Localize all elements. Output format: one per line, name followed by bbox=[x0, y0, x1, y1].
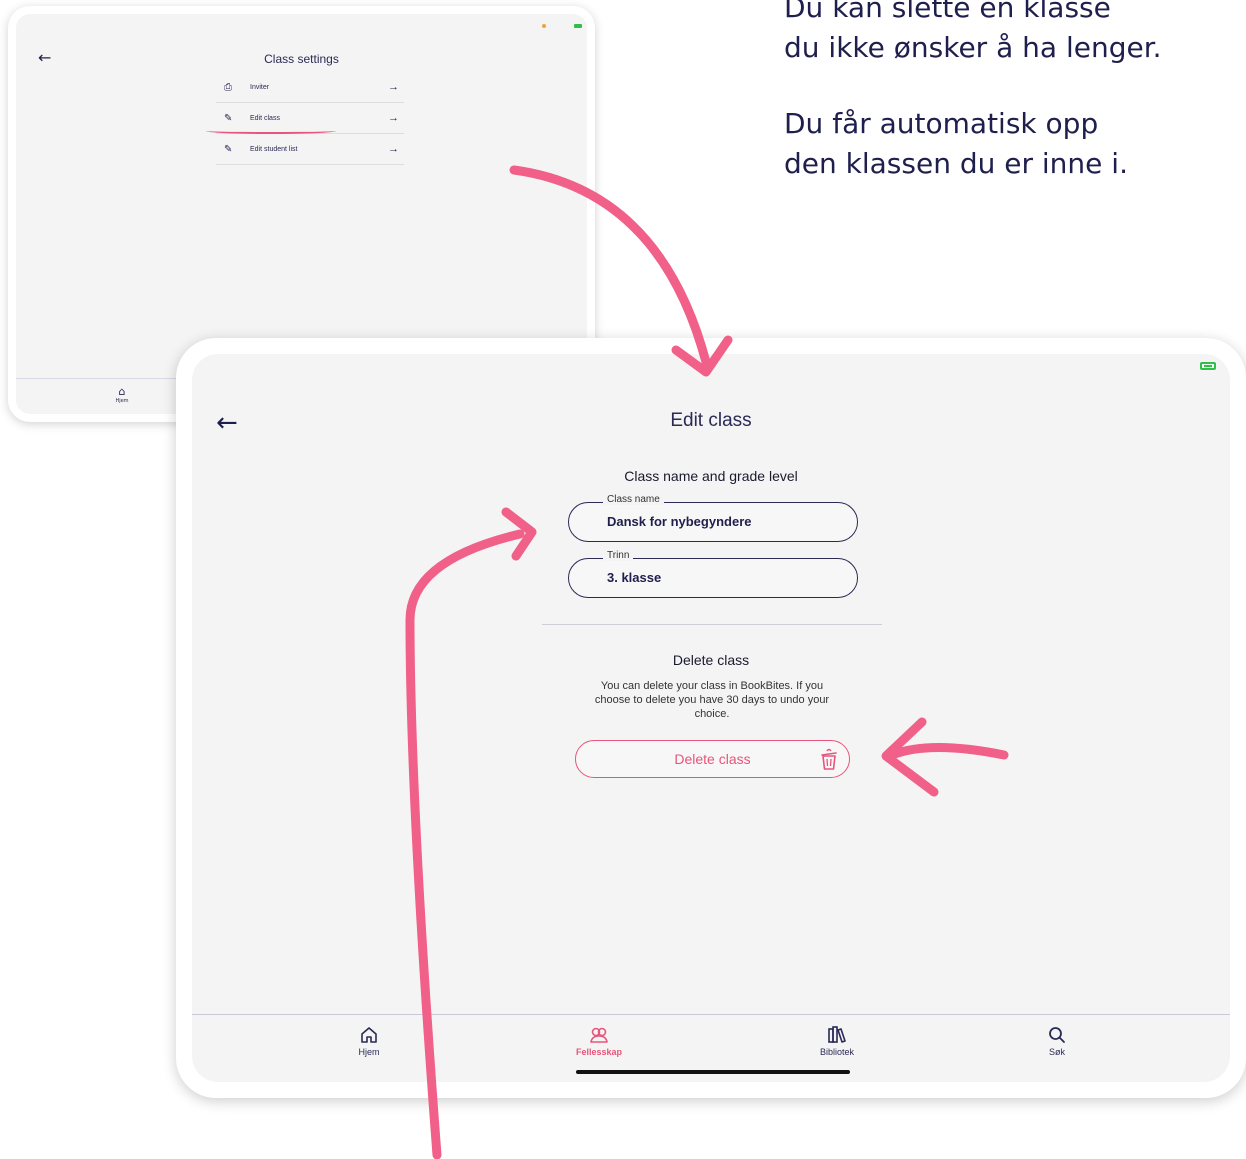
nav-item-hjem[interactable]: ⌂ Hjem bbox=[110, 385, 134, 404]
pencil-icon: ✎ bbox=[224, 112, 233, 124]
nav-item-fellesskap[interactable]: Fellesskap bbox=[559, 1025, 639, 1057]
instruction-text: Du kan slette en klasse du ikke ønsker å… bbox=[784, 0, 1224, 184]
arrow-right-icon: → bbox=[388, 81, 399, 93]
menu-item-label: Edit class bbox=[250, 114, 280, 122]
instruction-line-4: den klassen du er inne i. bbox=[784, 147, 1128, 180]
page-title: Edit class bbox=[670, 410, 752, 431]
printer-icon: ⎙ bbox=[224, 81, 232, 93]
menu-item-label: Edit student list bbox=[250, 145, 298, 153]
edit-class-tablet: ← Edit class Class name and grade level … bbox=[176, 338, 1246, 1098]
trinn-label: Trinn bbox=[603, 550, 634, 561]
instruction-line-2: du ikke ønsker å ha lenger. bbox=[784, 31, 1162, 64]
menu-item-edit-student-list[interactable]: ✎ Edit student list → bbox=[216, 134, 404, 165]
trinn-field[interactable]: Trinn 3. klasse bbox=[568, 550, 858, 598]
status-bar bbox=[16, 14, 587, 36]
instruction-line-1: Du kan slette en klasse bbox=[784, 0, 1111, 24]
class-name-value: Dansk for nybegyndere bbox=[607, 514, 752, 529]
arrow-right-icon: → bbox=[388, 112, 399, 124]
nav-label: Søk bbox=[1048, 1047, 1065, 1057]
section-divider bbox=[542, 624, 882, 625]
nav-item-hjem[interactable]: Hjem bbox=[329, 1025, 409, 1057]
menu-item-inviter[interactable]: ⎙ Inviter → bbox=[216, 72, 404, 103]
settings-menu: ⎙ Inviter → ✎ Edit class → ✎ Edit studen… bbox=[216, 72, 404, 165]
highlight-underline bbox=[206, 128, 336, 134]
delete-class-label: Delete class bbox=[674, 751, 751, 767]
nav-label: Hjem bbox=[358, 1047, 380, 1057]
status-dot-icon bbox=[542, 24, 546, 28]
menu-item-label: Inviter bbox=[250, 83, 270, 91]
nav-label: Bibliotek bbox=[819, 1047, 855, 1057]
books-icon bbox=[828, 1026, 846, 1043]
trash-icon bbox=[821, 748, 837, 770]
edit-class-screen: ← Edit class Class name and grade level … bbox=[192, 354, 1230, 1082]
delete-heading: Delete class bbox=[672, 652, 750, 668]
section-heading: Class name and grade level bbox=[624, 468, 798, 484]
home-indicator bbox=[576, 1070, 850, 1074]
home-icon: ⌂ bbox=[118, 385, 126, 398]
instruction-line-3: Du får automatisk opp bbox=[784, 107, 1099, 140]
home-icon bbox=[361, 1027, 377, 1043]
pencil-icon: ✎ bbox=[224, 143, 233, 155]
delete-class-button[interactable]: Delete class bbox=[575, 740, 850, 778]
nav-item-bibliotek[interactable]: Bibliotek bbox=[797, 1025, 877, 1057]
trinn-value: 3. klasse bbox=[607, 570, 662, 585]
class-name-field[interactable]: Class name Dansk for nybegyndere bbox=[568, 494, 858, 542]
page-title: Class settings bbox=[264, 52, 339, 66]
class-name-label: Class name bbox=[603, 494, 664, 505]
nav-label: Fellesskap bbox=[575, 1047, 623, 1057]
nav-item-sok[interactable]: Søk bbox=[1017, 1025, 1097, 1057]
arrow-right-icon: → bbox=[388, 143, 399, 155]
battery-icon bbox=[574, 24, 582, 28]
search-icon bbox=[1049, 1027, 1065, 1043]
nav-label: Hjem bbox=[115, 398, 129, 404]
battery-icon bbox=[1200, 362, 1216, 370]
delete-description: You can delete your class in BookBites. … bbox=[594, 680, 830, 720]
tutorial-page: Du kan slette en klasse du ikke ønsker å… bbox=[0, 0, 1246, 1159]
people-icon bbox=[590, 1027, 608, 1043]
